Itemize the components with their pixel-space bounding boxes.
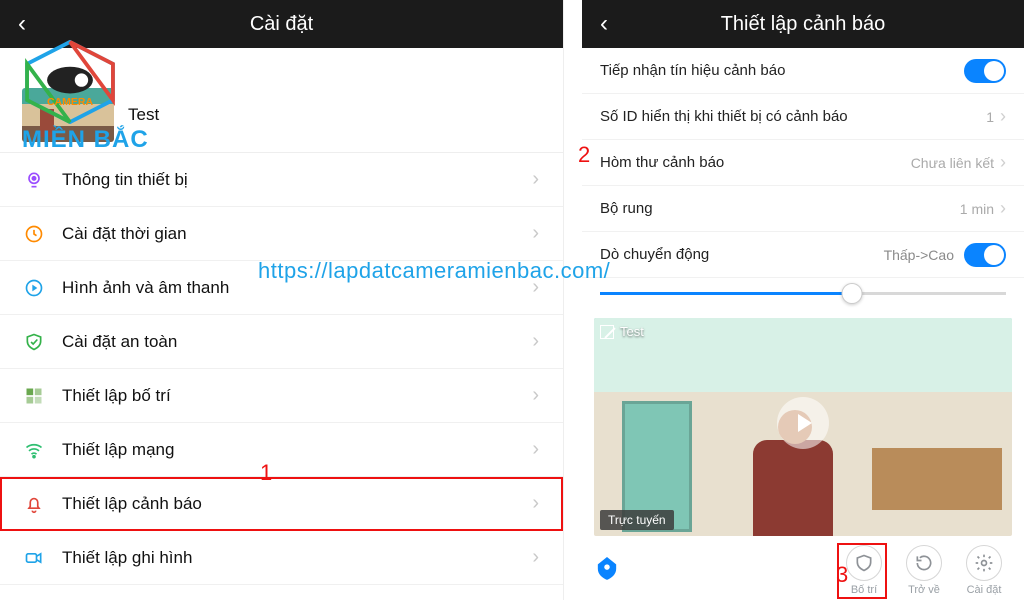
row-recording[interactable]: Thiết lập ghi hình › xyxy=(0,531,563,585)
row-motion[interactable]: Dò chuyển động Thấp->Cao xyxy=(582,232,1024,278)
right-title: Thiết lập cảnh báo xyxy=(626,13,1024,36)
clock-icon xyxy=(24,224,44,244)
action-layout[interactable]: Bố trí xyxy=(834,545,894,596)
motion-slider[interactable] xyxy=(582,278,1024,308)
chevron-right-icon: › xyxy=(532,276,539,299)
row-alert-settings[interactable]: Thiết lập cảnh báo › xyxy=(0,477,563,531)
play-circle-icon xyxy=(24,278,44,298)
edit-icon[interactable] xyxy=(600,325,614,339)
settings-panel: ‹ Cài đặt Test Thông tin thiết bị › Cài … xyxy=(0,0,564,600)
toggle-motion[interactable] xyxy=(964,243,1006,267)
chevron-right-icon: › xyxy=(532,168,539,191)
bell-icon xyxy=(24,494,44,514)
play-button[interactable] xyxy=(777,397,829,449)
row-mailbox[interactable]: Hòm thư cảnh báo Chưa liên kết › xyxy=(582,140,1024,186)
preview-name-tag[interactable]: Test xyxy=(600,324,644,339)
row-receive-alert[interactable]: Tiếp nhận tín hiệu cảnh báo xyxy=(582,48,1024,94)
left-title: Cài đặt xyxy=(44,13,563,36)
wifi-icon xyxy=(24,440,44,460)
chevron-right-icon: › xyxy=(532,546,539,569)
row-device-info[interactable]: Thông tin thiết bị › xyxy=(0,153,563,207)
chevron-right-icon: › xyxy=(1000,198,1006,219)
camera-preview[interactable]: Test Trực tuyến xyxy=(594,318,1012,536)
chevron-right-icon: › xyxy=(532,492,539,515)
chevron-right-icon: › xyxy=(1000,152,1006,173)
left-header: ‹ Cài đặt xyxy=(0,0,563,48)
back-button[interactable]: ‹ xyxy=(582,12,626,36)
layout-icon xyxy=(24,386,44,406)
chevron-right-icon: › xyxy=(532,222,539,245)
action-return[interactable]: Trở về xyxy=(894,545,954,596)
chevron-right-icon: › xyxy=(1000,106,1006,127)
chevron-right-icon: › xyxy=(532,330,539,353)
row-time-settings[interactable]: Cài đặt thời gian › xyxy=(0,207,563,261)
chevron-right-icon: › xyxy=(532,384,539,407)
camera-spot-icon xyxy=(24,170,44,190)
device-row[interactable]: Test xyxy=(0,82,563,152)
status-badge: Trực tuyến xyxy=(600,510,674,530)
row-security[interactable]: Cài đặt an toàn › xyxy=(0,315,563,369)
alert-settings-panel: ‹ Thiết lập cảnh báo Tiếp nhận tín hiệu … xyxy=(582,0,1024,600)
row-network[interactable]: Thiết lập mạng › xyxy=(0,423,563,477)
row-layout[interactable]: Thiết lập bố trí › xyxy=(0,369,563,423)
right-header: ‹ Thiết lập cảnh báo xyxy=(582,0,1024,48)
shield-check-icon xyxy=(24,332,44,352)
row-image-sound[interactable]: Hình ảnh và âm thanh › xyxy=(0,261,563,315)
slider-knob[interactable] xyxy=(841,283,862,304)
device-name: Test xyxy=(128,105,159,125)
action-settings[interactable]: Cài đặt xyxy=(954,545,1014,596)
bottom-toolbar: Bố trí Trở về Cài đặt xyxy=(582,540,1024,600)
row-vibrate[interactable]: Bộ rung 1 min › xyxy=(582,186,1024,232)
video-icon xyxy=(24,548,44,568)
chevron-right-icon: › xyxy=(532,438,539,461)
back-button[interactable]: ‹ xyxy=(0,12,44,36)
row-id-count[interactable]: Số ID hiển thị khi thiết bị có cảnh báo … xyxy=(582,94,1024,140)
settings-menu: Thông tin thiết bị › Cài đặt thời gian ›… xyxy=(0,152,563,585)
device-thumbnail xyxy=(22,88,114,142)
home-marker-icon[interactable] xyxy=(596,555,618,586)
toggle-receive[interactable] xyxy=(964,59,1006,83)
